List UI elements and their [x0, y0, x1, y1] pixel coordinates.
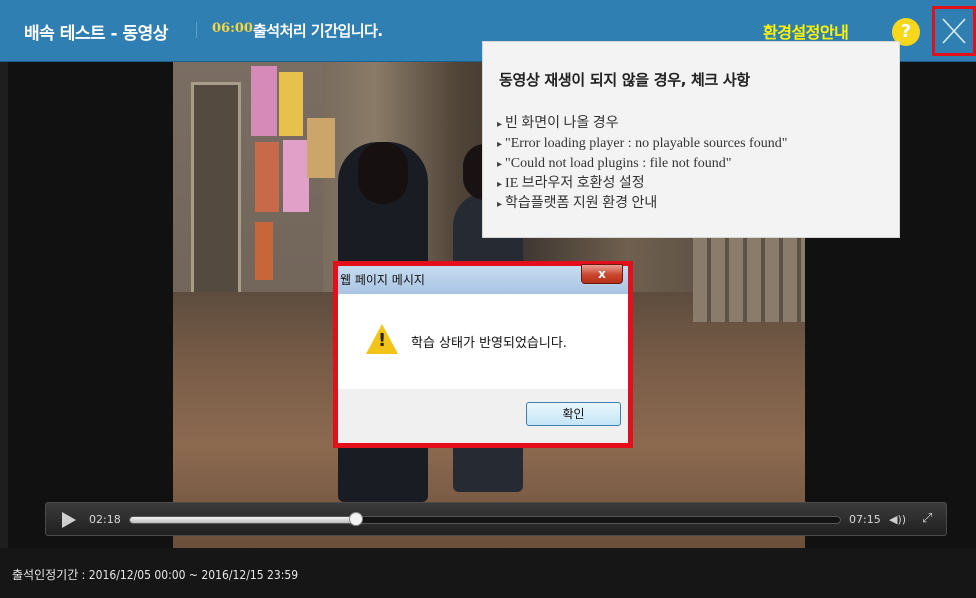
- title-divider: [196, 22, 197, 38]
- volume-icon[interactable]: ◀)): [889, 513, 906, 526]
- dialog-titlebar[interactable]: 웹 페이지 메시지 x: [338, 264, 628, 294]
- guide-item[interactable]: ▸ 학습플랫폼 지원 환경 안내: [497, 194, 787, 214]
- attendance-period: 출석인정기간 : 2016/12/05 00:00 ~ 2016/12/15 2…: [12, 568, 299, 582]
- webpage-message-dialog: 웹 페이지 메시지 x ! 학습 상태가 반영되었습니다. 확인: [338, 264, 628, 443]
- guide-item-label: 빈 화면이 나올 경우: [505, 116, 619, 131]
- lecture-title: 배속 테스트 - 동영상: [24, 24, 168, 44]
- attendance-notice: 출석처리 기간입니다.: [253, 22, 383, 40]
- close-icon: [942, 18, 966, 44]
- guide-item[interactable]: ▸ "Could not load plugins : file not foun…: [497, 154, 787, 174]
- video-scene-poster: [283, 140, 309, 212]
- playback-guide-panel: 동영상 재생이 되지 않을 경우, 체크 사항 ▸ 빈 화면이 나올 경우 ▸ "E…: [482, 41, 900, 238]
- guide-item[interactable]: ▸ 빈 화면이 나올 경우: [497, 114, 787, 134]
- dialog-message: 학습 상태가 반영되었습니다.: [411, 336, 567, 351]
- bullet-icon: ▸: [497, 179, 503, 190]
- video-scene-poster: [279, 72, 303, 136]
- bullet-icon: ▸: [497, 199, 503, 210]
- env-guide-link[interactable]: 환경설정안내: [763, 19, 849, 43]
- footer-bar: 출석인정기간 : 2016/12/05 00:00 ~ 2016/12/15 2…: [0, 548, 976, 598]
- video-scene-poster: [307, 118, 335, 178]
- warning-icon-mark: !: [378, 330, 387, 351]
- seek-handle[interactable]: [348, 512, 363, 526]
- bullet-icon: ▸: [497, 119, 503, 130]
- play-icon[interactable]: [62, 512, 76, 528]
- ok-button[interactable]: 확인: [526, 402, 621, 426]
- current-time: 02:18: [89, 513, 121, 526]
- dialog-title: 웹 페이지 메시지: [340, 273, 425, 287]
- close-button[interactable]: [932, 6, 976, 56]
- fullscreen-icon[interactable]: ⤢: [922, 511, 932, 526]
- seek-bar-played: [130, 517, 356, 523]
- dialog-close-button[interactable]: x: [581, 264, 623, 284]
- bullet-icon: ▸: [497, 139, 503, 150]
- video-scene-person-head: [358, 142, 408, 204]
- bullet-icon: ▸: [497, 159, 503, 170]
- guide-item-label: IE 브라우저 호환성 설정: [505, 176, 645, 191]
- guide-item[interactable]: ▸ "Error loading player : no playable sou…: [497, 134, 787, 154]
- total-time: 07:15: [849, 513, 881, 526]
- guide-item-label: 학습플랫폼 지원 환경 안내: [505, 196, 658, 211]
- dialog-body: ! 학습 상태가 반영되었습니다.: [338, 294, 628, 389]
- guide-item[interactable]: ▸ IE 브라우저 호환성 설정: [497, 174, 787, 194]
- remaining-time: 06:00: [212, 21, 253, 36]
- guide-list: ▸ 빈 화면이 나올 경우 ▸ "Error loading player : no…: [497, 114, 787, 214]
- seek-bar[interactable]: [129, 512, 841, 526]
- guide-title: 동영상 재생이 되지 않을 경우, 체크 사항: [499, 71, 750, 89]
- video-scene-poster: [255, 222, 273, 280]
- player-controls: 02:18 07:15 ◀)) ⤢: [45, 502, 947, 536]
- guide-item-label: "Could not load plugins : file not found…: [505, 156, 732, 171]
- video-scene-poster: [255, 142, 279, 212]
- guide-item-label: "Error loading player : no playable sour…: [505, 136, 788, 151]
- video-scene-poster: [251, 66, 277, 136]
